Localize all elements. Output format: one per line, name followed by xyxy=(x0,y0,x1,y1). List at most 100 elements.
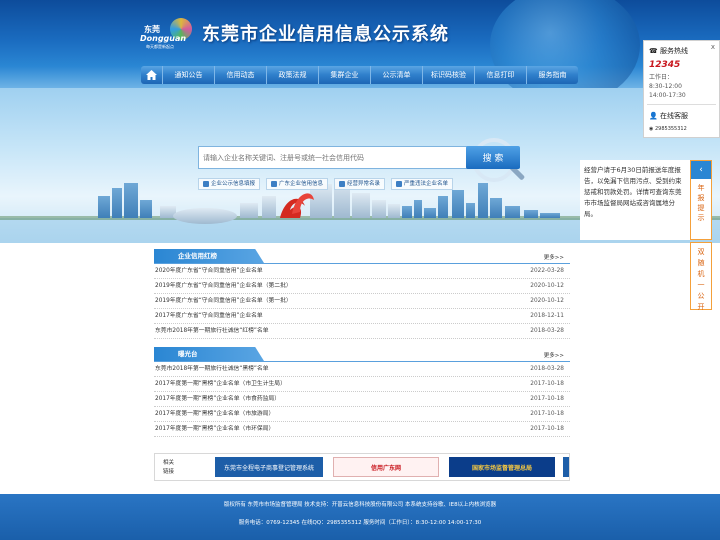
list-item-date: 2020-10-12 xyxy=(530,298,564,304)
hours-am: 8:30-12:00 xyxy=(649,83,682,90)
red-list-title: 企业信用红榜 xyxy=(154,249,264,263)
list-item[interactable]: 2019年度广东省“守合同重信用”企业名单（第二批） 2020-10-12 xyxy=(154,279,570,294)
list-item[interactable]: 2017年度第一期“黑榜”企业名单（市卫生计生局） 2017-10-18 xyxy=(154,377,570,392)
list-item-date: 2017-10-18 xyxy=(530,381,564,387)
working-hours: 工作日： 8:30-12:00 14:00-17:30 xyxy=(649,73,686,100)
black-list-more-link[interactable]: 更多>> xyxy=(544,351,564,359)
nav-item-notices[interactable]: 通知公告 xyxy=(163,66,215,84)
quick-link-gd-credit[interactable]: 广东企业信用信息 xyxy=(266,178,329,190)
related-links-label-line: 相关 xyxy=(163,460,175,466)
link-samr[interactable]: 国家市场监督管理总局 xyxy=(449,457,555,477)
hotline-number: 12345 xyxy=(649,60,681,70)
tab-char: 示 xyxy=(697,214,705,222)
main-nav: 通知公告 信用动态 政策法规 集群企业 公示清单 标识码核验 信息打印 服务指南 xyxy=(141,66,578,84)
list-item-title: 2017年度第一期“黑榜”企业名单（市环保局） xyxy=(155,426,275,432)
footer-copyright: 版权所有 东莞市市场监督管理局 技术支持：开普云信息科技股份有限公司 本系统支持… xyxy=(223,502,497,508)
list-item-date: 2017-10-18 xyxy=(530,411,564,417)
related-links-label-line: 链接 xyxy=(163,469,175,475)
logo-tagline: 每天都是新起点 xyxy=(146,44,174,49)
list-item-title: 东莞市2018年第一期旅行社诚信“黑榜”名单 xyxy=(155,366,269,372)
nav-item-guide[interactable]: 服务指南 xyxy=(527,66,578,84)
logo-brand-text: Dongguan xyxy=(140,34,187,43)
monitor-icon xyxy=(271,181,278,187)
quick-link-annual-report[interactable]: 企业公示信息填报 xyxy=(198,178,261,190)
list-item-title: 东莞市2018年第一期旅行社诚信“红榜”名单 xyxy=(155,328,269,334)
online-service-text: 在线客服 xyxy=(659,112,688,120)
annual-report-tab-label: 年 报 提 示 xyxy=(691,179,711,223)
online-service-title: 👤 在线客服 xyxy=(649,111,688,121)
list-item[interactable]: 2017年度第一期“黑榜”企业名单（市食药监局） 2017-10-18 xyxy=(154,392,570,407)
quick-links: 企业公示信息填报 广东企业信用信息 经营异常名录 严重违法企业名单 xyxy=(198,178,454,190)
hotline-title-text: 服务热线 xyxy=(659,47,688,55)
link-more-partial[interactable] xyxy=(563,457,569,477)
close-icon[interactable]: x xyxy=(711,43,715,51)
search-button[interactable]: 搜 索 xyxy=(466,146,520,169)
tab-char: 年 xyxy=(697,184,705,192)
main-content: 企业信用红榜 更多>> 2020年度广东省“守合同重信用”企业名单 2022-0… xyxy=(148,243,576,483)
tab-char: 一 xyxy=(697,281,705,289)
list-item[interactable]: 2017年度广东省“守合同重信用”企业名单 2018-12-11 xyxy=(154,309,570,324)
hours-pm: 14:00-17:30 xyxy=(649,92,686,99)
search-box xyxy=(198,146,470,169)
tab-char: 公 xyxy=(697,292,705,300)
list-item-title: 2017年度第一期“黑榜”企业名单（市旅游局） xyxy=(155,411,275,417)
search-input[interactable] xyxy=(199,147,469,168)
related-links-bar: 相关 链接 东莞市全程电子商事登记管理系统 信用广东网 国家市场监督管理总局 xyxy=(154,453,570,481)
nav-item-lists[interactable]: 公示清单 xyxy=(371,66,423,84)
list-item[interactable]: 2017年度第一期“黑榜”企业名单（市环保局） 2017-10-18 xyxy=(154,422,570,437)
nav-item-cluster[interactable]: 集群企业 xyxy=(319,66,371,84)
site-footer: 版权所有 东莞市市场监督管理局 技术支持：开普云信息科技股份有限公司 本系统支持… xyxy=(0,494,720,540)
list-item[interactable]: 2017年度第一期“黑榜”企业名单（市旅游局） 2017-10-18 xyxy=(154,407,570,422)
list-item-title: 2017年度广东省“守合同重信用”企业名单 xyxy=(155,313,263,319)
list-item-date: 2018-03-28 xyxy=(530,366,564,372)
list-item-date: 2022-03-28 xyxy=(530,268,564,274)
list-item[interactable]: 2020年度广东省“守合同重信用”企业名单 2022-03-28 xyxy=(154,264,570,279)
annual-report-tab[interactable]: ‹ 年 报 提 示 xyxy=(690,160,712,240)
list-item-title: 2017年度第一期“黑榜”企业名单（市卫生计生局） xyxy=(155,381,286,387)
list-item[interactable]: 东莞市2018年第一期旅行社诚信“黑榜”名单 2018-03-28 xyxy=(154,362,570,377)
tab-char: 报 xyxy=(697,194,705,202)
site-title: 东莞市企业信用信息公示系统 xyxy=(202,24,449,45)
hotline-panel: x ☎ 服务热线 12345 工作日： 8:30-12:00 14:00-17:… xyxy=(643,40,720,138)
list-item-date: 2017-10-18 xyxy=(530,396,564,402)
nav-item-print[interactable]: 信息打印 xyxy=(475,66,527,84)
hours-label: 工作日： xyxy=(649,74,674,81)
tab-char: 提 xyxy=(697,204,705,212)
annual-report-notice: 经营户请于6月30日前报送年度报告，以免漏下信用污点、受到约束惩戒和罚款处罚。详… xyxy=(580,160,690,240)
tab-char: 机 xyxy=(697,270,705,278)
list-item-title: 2017年度第一期“黑榜”企业名单（市食药监局） xyxy=(155,396,281,402)
pencil-icon xyxy=(203,181,209,187)
chevron-left-icon[interactable]: ‹ xyxy=(691,161,711,179)
site-logo[interactable]: 东莞 Dongguan 每天都是新起点 xyxy=(140,18,192,52)
list-item[interactable]: 2019年度广东省“守合同重信用”企业名单（第一批） 2020-10-12 xyxy=(154,294,570,309)
black-list-header: 曝光台 更多>> xyxy=(154,347,570,362)
list-item-date: 2018-03-28 xyxy=(530,328,564,334)
tab-char: 随 xyxy=(697,259,705,267)
warning-icon xyxy=(339,181,346,187)
quick-link-abnormal[interactable]: 经营异常名录 xyxy=(334,178,386,190)
link-dg-registration[interactable]: 东莞市全程电子商事登记管理系统 xyxy=(215,457,323,477)
home-icon[interactable] xyxy=(141,66,163,84)
red-list-more-link[interactable]: 更多>> xyxy=(544,253,564,261)
double-random-tab[interactable]: 双 随 机 一 公 开 xyxy=(690,242,712,311)
nav-item-policies[interactable]: 政策法规 xyxy=(267,66,319,84)
list-item-title: 2019年度广东省“守合同重信用”企业名单（第一批） xyxy=(155,298,292,304)
quick-link-label: 严重违法企业名单 xyxy=(404,181,449,187)
qq-contact[interactable]: ◉ 2985355312 xyxy=(649,126,687,132)
nav-item-verify[interactable]: 标识码核验 xyxy=(423,66,475,84)
black-list-title: 曝光台 xyxy=(154,347,264,361)
phone-icon: ☎ xyxy=(649,47,658,55)
footer-contact: 服务电话：0769-12345 在线QQ：2985355312 服务时间（工作日… xyxy=(238,520,482,526)
quick-link-illegal[interactable]: 严重违法企业名单 xyxy=(391,178,454,190)
user-icon: 👤 xyxy=(649,112,658,120)
qq-icon: ◉ xyxy=(649,126,654,132)
list-item[interactable]: 东莞市2018年第一期旅行社诚信“红榜”名单 2018-03-28 xyxy=(154,324,570,339)
link-credit-guangdong[interactable]: 信用广东网 xyxy=(333,457,439,477)
red-list-header: 企业信用红榜 更多>> xyxy=(154,249,570,264)
qq-number: 2985355312 xyxy=(654,126,687,132)
list-item-date: 2017-10-18 xyxy=(530,426,564,432)
tab-char: 双 xyxy=(697,248,705,256)
list-item-date: 2020-10-12 xyxy=(530,283,564,289)
nav-item-credit-news[interactable]: 信用动态 xyxy=(215,66,267,84)
list-item-title: 2019年度广东省“守合同重信用”企业名单（第二批） xyxy=(155,283,292,289)
